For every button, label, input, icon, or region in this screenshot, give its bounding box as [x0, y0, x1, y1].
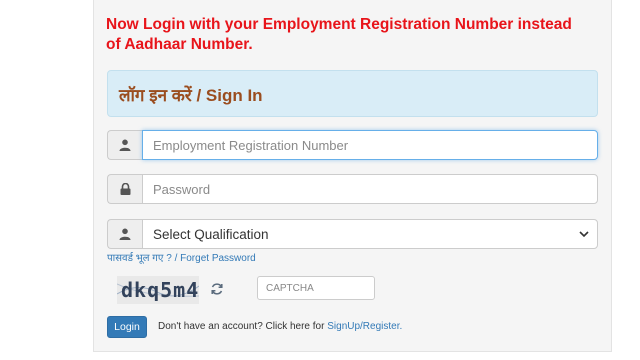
login-notice: Now Login with your Employment Registrat… — [106, 16, 572, 53]
forgot-password-link[interactable]: पासवर्ड भूल गए ? / Forget Password — [107, 250, 256, 264]
registration-row — [107, 130, 598, 160]
captcha-image: dkq5m4 — [117, 276, 199, 304]
refresh-icon[interactable] — [210, 282, 224, 296]
password-row — [107, 174, 598, 204]
account-prompt-text: Don't have an account? Click here for — [158, 321, 328, 332]
signup-register-link[interactable]: SignUp/Register. — [327, 321, 402, 332]
user-icon — [107, 130, 142, 160]
user-icon — [107, 219, 142, 249]
signin-title: लॉग इन करें / Sign In — [119, 86, 263, 105]
login-button[interactable]: Login — [107, 316, 147, 338]
captcha-input[interactable] — [257, 276, 375, 300]
qualification-select[interactable]: Select Qualification — [142, 219, 598, 249]
account-prompt: Don't have an account? Click here for Si… — [158, 321, 402, 332]
lock-icon — [107, 174, 142, 204]
captcha-text: dkq5m4 — [121, 278, 200, 302]
password-input[interactable] — [142, 174, 598, 204]
qualification-row: Select Qualification — [107, 219, 598, 249]
chevron-down-icon — [579, 231, 589, 238]
registration-number-input[interactable] — [142, 130, 598, 160]
signin-header: लॉग इन करें / Sign In — [107, 70, 598, 117]
